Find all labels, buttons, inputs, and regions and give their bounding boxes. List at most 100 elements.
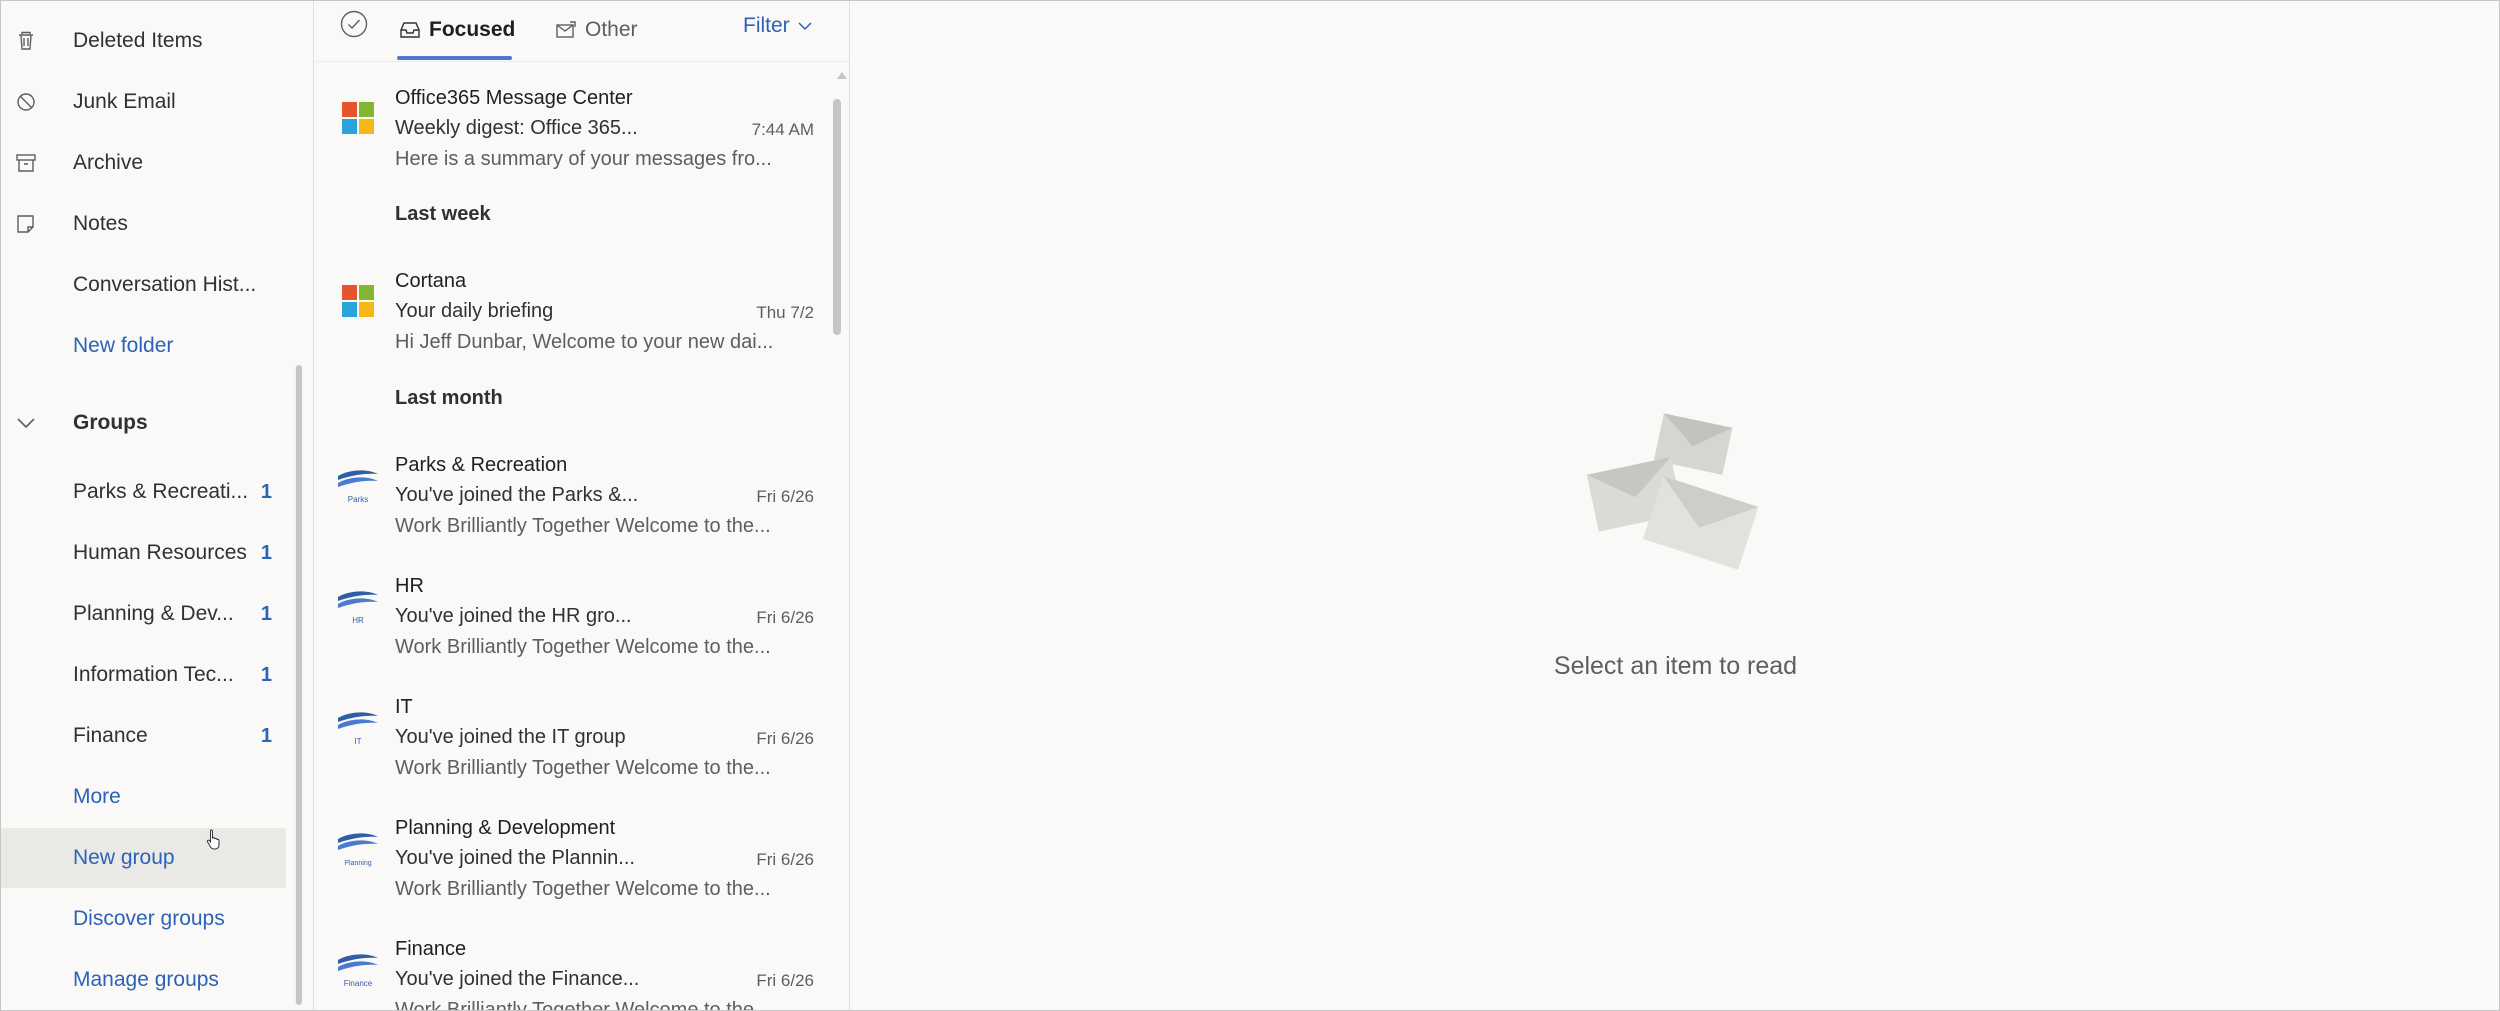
envelopes-illustration-icon (1586, 413, 1759, 570)
message-date: Fri 6/26 (756, 487, 814, 506)
reading-pane: Select an item to read (851, 0, 2500, 1011)
groups-header[interactable]: Groups (0, 393, 286, 453)
filter-label: Filter (743, 14, 790, 37)
message-preview: Work Brilliantly Together Welcome to the… (395, 878, 771, 900)
unread-count: 1 (260, 480, 272, 503)
sidebar-scrollbar-thumb[interactable] (296, 365, 302, 1005)
group-badge-text: Planning (344, 860, 371, 867)
message-item-it[interactable]: IT IT You've joined the IT group Fri 6/2… (315, 682, 830, 792)
message-preview: Here is a summary of your messages fro..… (395, 148, 772, 170)
discover-groups-label: Discover groups (73, 907, 225, 930)
group-logo-icon: Planning (338, 833, 378, 867)
group-item-parks-recreation[interactable]: Parks & Recreati... 1 (0, 462, 286, 522)
inbox-focused-icon (400, 22, 420, 38)
group-logo-icon: Finance (338, 954, 378, 988)
tab-focused-label: Focused (429, 18, 516, 41)
message-preview: Work Brilliantly Together Welcome to the… (395, 515, 771, 537)
folder-label: Conversation Hist... (73, 273, 257, 296)
message-sender: Finance (395, 938, 467, 960)
unread-count: 1 (260, 724, 272, 747)
message-list-header: Focused Other Filter (315, 0, 849, 62)
microsoft-logo-icon (342, 285, 374, 317)
archive-icon (16, 154, 36, 172)
message-date: Fri 6/26 (756, 971, 814, 990)
chevron-down-icon (17, 418, 35, 429)
message-item-planning-development[interactable]: Planning Planning & Development You've j… (315, 803, 830, 913)
filter-button[interactable]: Filter (743, 0, 812, 52)
message-preview: Hi Jeff Dunbar, Welcome to your new dai.… (395, 331, 774, 353)
scroll-up-arrow-icon[interactable] (837, 72, 847, 79)
message-item-cortana[interactable]: Cortana Your daily briefing Thu 7/2 Hi J… (315, 256, 830, 366)
message-subject: You've joined the Plannin... (395, 847, 635, 869)
group-logo-icon: IT (338, 712, 378, 746)
message-date: Fri 6/26 (756, 729, 814, 748)
group-label: Parks & Recreati... (73, 480, 249, 503)
groups-header-label: Groups (73, 411, 148, 434)
group-badge-text: IT (354, 737, 361, 746)
more-groups-link[interactable]: More (0, 767, 286, 827)
message-sender: IT (395, 696, 413, 718)
new-group-link[interactable]: New group (0, 828, 286, 888)
message-sender: Cortana (395, 270, 467, 292)
message-sender: Parks & Recreation (395, 454, 568, 476)
section-header-last-month: Last month (395, 387, 503, 409)
group-label: Information Tec... (73, 663, 234, 686)
group-item-information-technology[interactable]: Information Tec... 1 (0, 645, 286, 705)
message-date: Thu 7/2 (756, 303, 814, 322)
message-sender: HR (395, 575, 424, 597)
unread-count: 1 (260, 663, 272, 686)
group-item-finance[interactable]: Finance 1 (0, 706, 286, 766)
new-folder-label: New folder (73, 334, 174, 357)
folder-deleted-items[interactable]: Deleted Items (0, 11, 286, 71)
message-subject: You've joined the HR gro... (395, 605, 632, 627)
message-list-pane: Focused Other Filter Office365 Message C… (315, 0, 850, 1011)
microsoft-logo-icon (342, 102, 374, 134)
message-item-office365[interactable]: Office365 Message Center Weekly digest: … (315, 73, 830, 183)
group-item-human-resources[interactable]: Human Resources 1 (0, 523, 286, 583)
mail-other-icon (556, 21, 576, 38)
message-preview: Work Brilliantly Together Welcome to the… (395, 636, 771, 658)
message-item-hr[interactable]: HR HR You've joined the HR gro... Fri 6/… (315, 561, 830, 671)
group-badge-text: HR (352, 616, 364, 625)
message-subject: You've joined the IT group (395, 726, 626, 748)
discover-groups-link[interactable]: Discover groups (0, 889, 286, 949)
folder-label: Archive (73, 151, 144, 174)
unread-count: 1 (260, 602, 272, 625)
message-date: 7:44 AM (751, 120, 814, 139)
folder-archive[interactable]: Archive (0, 133, 286, 193)
message-subject: Your daily briefing (395, 300, 554, 322)
tab-focused[interactable]: Focused (399, 0, 515, 60)
folder-label: Junk Email (73, 90, 176, 113)
group-label: Planning & Dev... (73, 602, 234, 625)
hand-cursor-icon (206, 829, 220, 850)
folder-notes[interactable]: Notes (0, 194, 286, 254)
select-all-check-icon[interactable] (340, 10, 368, 38)
message-date: Fri 6/26 (756, 608, 814, 627)
message-sender: Planning & Development (395, 817, 616, 839)
group-item-planning-development[interactable]: Planning & Dev... 1 (0, 584, 286, 644)
note-icon (17, 215, 34, 233)
manage-groups-link[interactable]: Manage groups (0, 950, 286, 1010)
tab-other[interactable]: Other (555, 0, 638, 60)
section-header-last-week: Last week (395, 203, 491, 225)
message-subject: You've joined the Finance... (395, 968, 640, 990)
message-sender: Office365 Message Center (395, 87, 633, 109)
folder-label: Deleted Items (73, 29, 203, 52)
message-item-finance[interactable]: Finance Finance You've joined the Financ… (315, 924, 830, 1011)
group-logo-icon: HR (338, 591, 378, 625)
new-group-label: New group (73, 846, 175, 869)
unread-count: 1 (260, 541, 272, 564)
folder-junk-email[interactable]: Junk Email (0, 72, 286, 132)
manage-groups-label: Manage groups (73, 968, 219, 991)
message-list-scrollbar-thumb[interactable] (833, 99, 841, 335)
empty-reading-pane-text: Select an item to read (1553, 652, 1798, 680)
chevron-down-icon (798, 22, 812, 31)
message-list: Office365 Message Center Weekly digest: … (315, 63, 849, 1011)
message-preview: Work Brilliantly Together Welcome to the… (395, 757, 771, 779)
folder-conversation-history[interactable]: Conversation Hist... (0, 255, 286, 315)
message-subject: You've joined the Parks &... (395, 484, 639, 506)
tab-selected-indicator (397, 56, 512, 60)
message-item-parks-recreation[interactable]: Parks Parks & Recreation You've joined t… (315, 440, 830, 550)
new-folder-link[interactable]: New folder (0, 316, 286, 376)
message-date: Fri 6/26 (756, 850, 814, 869)
